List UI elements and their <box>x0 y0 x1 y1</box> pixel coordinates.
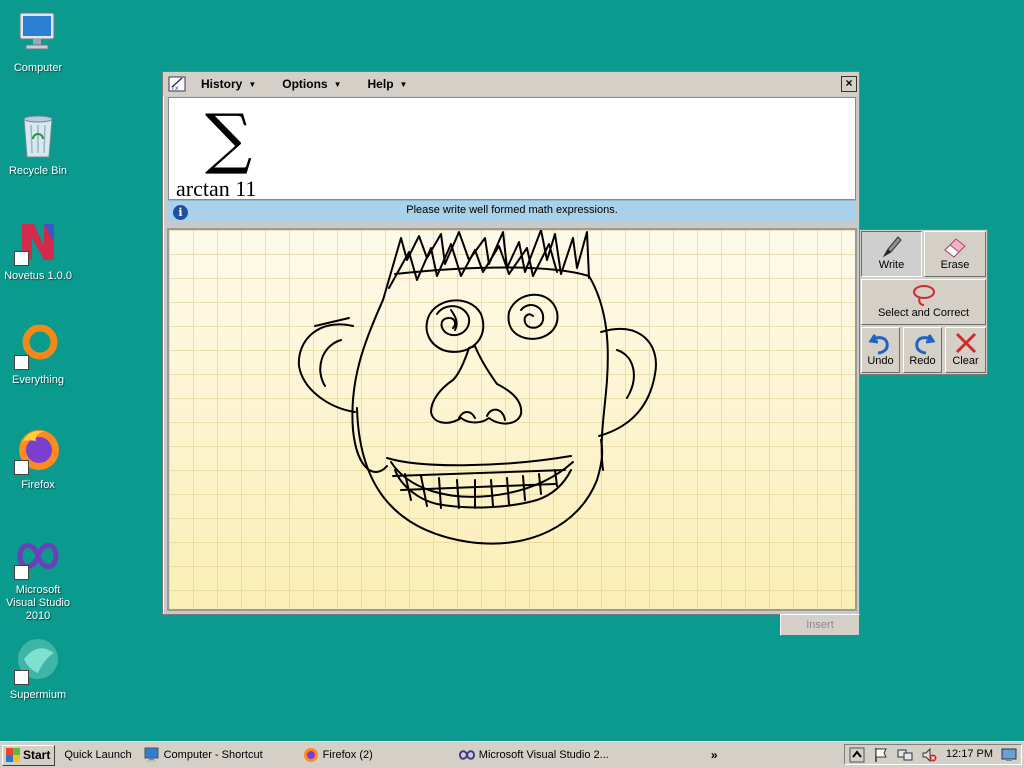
windows-logo-icon <box>6 748 20 762</box>
lasso-icon <box>912 285 935 306</box>
show-hidden-icons-icon[interactable] <box>849 747 865 763</box>
write-tool-label: Write <box>878 259 905 271</box>
undo-button[interactable]: Undo <box>861 327 900 373</box>
desktop-icon-label: Microsoft Visual Studio 2010 <box>5 584 70 622</box>
visual-studio-icon <box>14 532 62 580</box>
clear-button[interactable]: Clear <box>945 327 986 373</box>
desktop-icon-label: Recycle Bin <box>8 165 68 177</box>
computer-icon <box>144 747 159 762</box>
caret-down-icon: ▼ <box>248 79 257 89</box>
firefox-icon <box>303 748 318 762</box>
redo-label: Redo <box>909 355 936 367</box>
shortcut-arrow-icon <box>14 460 29 475</box>
firefox-icon <box>14 427 62 475</box>
visual-studio-icon <box>458 750 475 760</box>
action-center-flag-icon[interactable] <box>873 747 889 763</box>
shortcut-arrow-icon <box>14 251 29 266</box>
menu-bar: √x History ▼ Options ▼ Help ▼ × <box>163 72 859 96</box>
erase-tool-label: Erase <box>940 259 970 271</box>
desktop-icon-recycle-bin[interactable]: Recycle Bin <box>0 113 76 178</box>
system-tray: 12:17 PM <box>844 744 1022 765</box>
desktop-icon-label: Novetus 1.0.0 <box>4 270 72 282</box>
shortcut-arrow-icon <box>14 355 29 370</box>
computer-icon <box>14 10 62 58</box>
shortcut-arrow-icon <box>14 670 29 685</box>
start-label: Start <box>23 748 51 762</box>
quick-launch-toolbar[interactable]: Quick Launch <box>64 749 131 761</box>
menu-options[interactable]: Options ▼ <box>282 77 341 91</box>
undo-arrow-icon <box>868 334 889 355</box>
desktop-icon-computer[interactable]: Computer <box>0 10 76 75</box>
desktop-icon-label: Computer <box>13 62 63 74</box>
taskbar-overflow-chevron[interactable]: » <box>711 748 718 762</box>
caret-down-icon: ▼ <box>399 79 408 89</box>
handwriting-ink <box>297 230 657 545</box>
show-desktop-icon[interactable] <box>1001 747 1017 763</box>
undo-label: Undo <box>867 355 894 367</box>
menu-help[interactable]: Help ▼ <box>368 77 408 91</box>
menu-history[interactable]: History ▼ <box>201 77 256 91</box>
everything-icon <box>14 322 62 370</box>
clock[interactable]: 12:17 PM <box>946 748 993 760</box>
pen-icon <box>882 236 902 258</box>
svg-text:√x: √x <box>171 85 179 92</box>
select-and-correct-button[interactable]: Select and Correct <box>861 279 986 325</box>
erase-tool-button[interactable]: Erase <box>924 231 986 277</box>
info-bar: i Please write well formed math expressi… <box>168 200 856 222</box>
close-button[interactable]: × <box>841 76 857 92</box>
clear-label: Clear <box>952 355 979 367</box>
start-button[interactable]: Start <box>2 744 56 766</box>
desktop-icon-supermium[interactable]: Supermium <box>0 637 76 702</box>
desktop-icon-label: Supermium <box>9 689 67 701</box>
recognition-preview: ∑ arctan 11 <box>168 97 856 201</box>
desktop-icon-everything[interactable]: Everything <box>0 322 76 387</box>
taskbar-item-firefox[interactable]: Firefox (2) <box>297 745 379 766</box>
desktop-icon-firefox[interactable]: Firefox <box>0 427 76 492</box>
desktop-icon-novetus[interactable]: Novetus 1.0.0 <box>0 218 76 283</box>
info-message: Please write well formed math expression… <box>406 204 618 216</box>
math-input-panel-window: √x History ▼ Options ▼ Help ▼ × ∑ arctan… <box>162 71 860 615</box>
menu-history-label: History <box>201 77 243 91</box>
desktop-icon-visual-studio[interactable]: Microsoft Visual Studio 2010 <box>0 532 76 623</box>
redo-arrow-icon <box>914 334 935 355</box>
menu-help-label: Help <box>367 77 394 91</box>
taskbar: Start Quick Launch Computer - Shortcut F… <box>0 741 1024 768</box>
taskbar-item-label: Firefox (2) <box>322 749 373 761</box>
eraser-icon <box>944 238 966 258</box>
insert-button[interactable]: Insert <box>780 614 860 636</box>
menu-options-label: Options <box>282 77 328 91</box>
desktop-icon-label: Everything <box>12 374 64 386</box>
taskbar-item-label: Microsoft Visual Studio 2... <box>478 749 609 761</box>
caret-down-icon: ▼ <box>333 79 342 89</box>
writing-area[interactable] <box>167 228 857 611</box>
preview-expression: arctan 11 <box>176 176 257 201</box>
clear-x-icon <box>955 332 976 354</box>
preview-symbol: ∑ <box>205 100 253 177</box>
shortcut-arrow-icon <box>14 565 29 580</box>
tool-palette: Write Erase Select and Correct Undo Redo <box>859 229 988 375</box>
novetus-icon <box>14 218 62 266</box>
taskbar-item-visual-studio[interactable]: Microsoft Visual Studio 2... <box>453 745 615 766</box>
taskbar-item-label: Computer - Shortcut <box>163 749 263 761</box>
math-panel-app-icon: √x <box>168 76 186 92</box>
supermium-icon <box>14 637 62 685</box>
desktop-icon-label: Firefox <box>21 479 55 491</box>
recycle-bin-icon <box>14 113 62 161</box>
taskbar-item-computer-shortcut[interactable]: Computer - Shortcut <box>138 745 269 766</box>
volume-muted-icon[interactable] <box>921 747 937 763</box>
select-and-correct-label: Select and Correct <box>877 307 970 319</box>
write-tool-button[interactable]: Write <box>861 231 922 277</box>
redo-button[interactable]: Redo <box>903 327 942 373</box>
network-icon[interactable] <box>897 747 913 763</box>
